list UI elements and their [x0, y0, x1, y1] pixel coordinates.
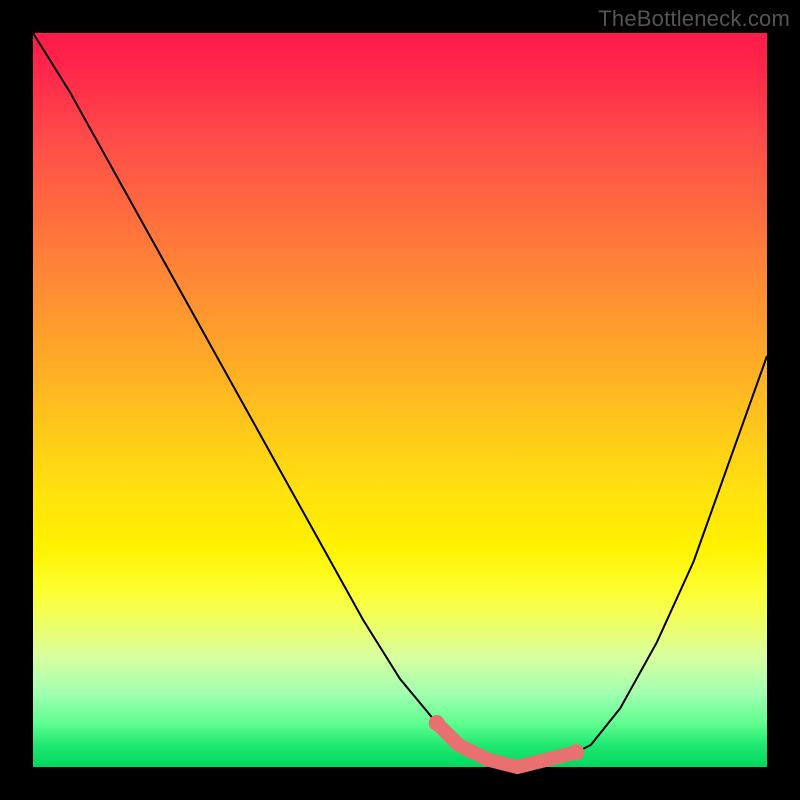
highlight-dot — [429, 715, 445, 731]
chart-svg — [33, 33, 767, 767]
curve-line — [33, 33, 767, 767]
highlight-zone — [437, 723, 577, 767]
highlight-dot — [568, 744, 584, 760]
plot-area — [33, 33, 767, 767]
watermark: TheBottleneck.com — [598, 6, 790, 32]
